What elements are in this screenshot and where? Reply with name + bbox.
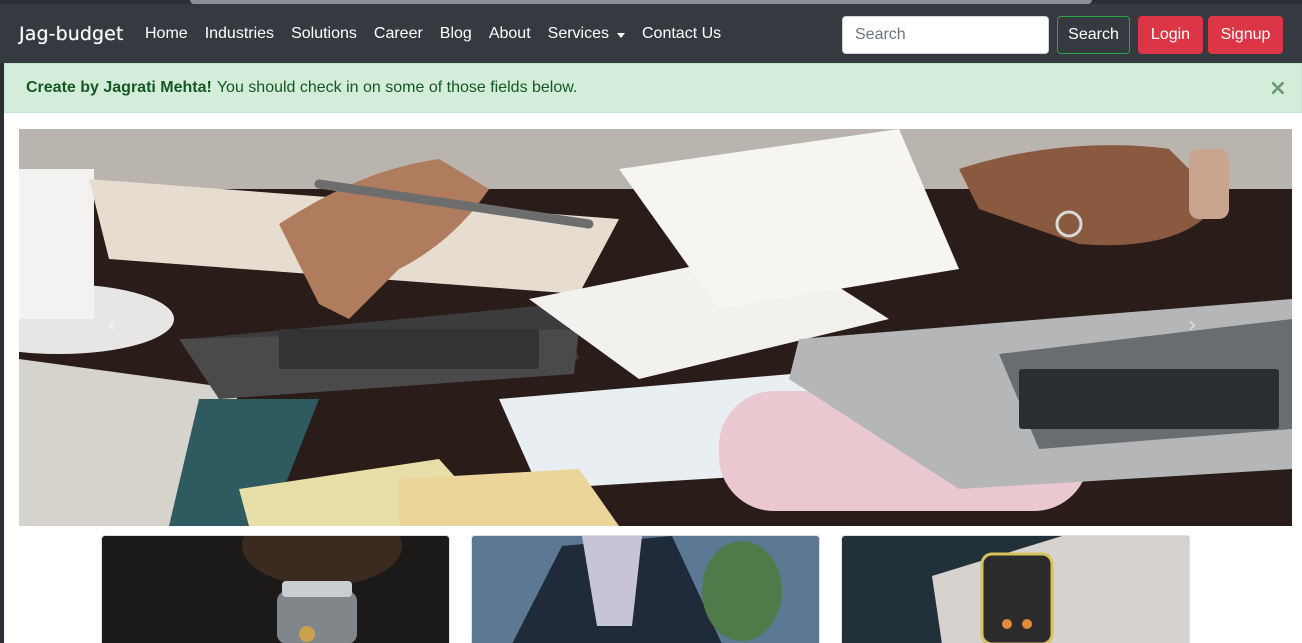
card-calculator[interactable]	[841, 535, 1190, 643]
nav-about[interactable]: About	[489, 25, 531, 43]
nav-blog[interactable]: Blog	[440, 25, 472, 43]
page: Jag-budget Home Industries Solutions Car…	[0, 0, 1302, 643]
businessman-image	[472, 536, 819, 643]
chevron-right-icon[interactable]: ›	[1188, 313, 1204, 339]
success-alert: Create by Jagrati Mehta! You should chec…	[4, 63, 1302, 113]
card-business[interactable]	[471, 535, 820, 643]
caret-down-icon	[617, 32, 625, 38]
savings-jar-image	[102, 536, 449, 643]
carousel-image	[19, 129, 1292, 526]
search-input[interactable]	[842, 16, 1049, 54]
alert-strong-text: Create by Jagrati Mehta!	[26, 79, 212, 96]
nav-career[interactable]: Career	[374, 25, 423, 43]
nav-industries[interactable]: Industries	[205, 25, 274, 43]
brand-logo[interactable]: Jag-budget	[19, 23, 124, 45]
signup-button[interactable]: Signup	[1208, 16, 1283, 54]
nav-solutions[interactable]: Solutions	[291, 25, 357, 43]
nav-links: Home Industries Solutions Career Blog Ab…	[145, 25, 738, 43]
login-button[interactable]: Login	[1138, 16, 1203, 54]
nav-services-label: Services	[547, 25, 609, 42]
card-savings[interactable]	[101, 535, 450, 643]
chevron-left-icon[interactable]: ‹	[107, 313, 123, 339]
search-button[interactable]: Search	[1057, 16, 1130, 54]
nav-home[interactable]: Home	[145, 25, 188, 43]
alert-message: You should check in on some of those fie…	[216, 79, 578, 96]
hero-carousel[interactable]: ‹ ›	[19, 129, 1292, 526]
nav-contact-us[interactable]: Contact Us	[642, 25, 721, 43]
close-icon[interactable]: ×	[1269, 78, 1287, 100]
navbar: Jag-budget Home Industries Solutions Car…	[0, 4, 1302, 63]
nav-services-dropdown[interactable]: Services	[548, 25, 625, 43]
phone-calculator-image	[842, 536, 1189, 643]
